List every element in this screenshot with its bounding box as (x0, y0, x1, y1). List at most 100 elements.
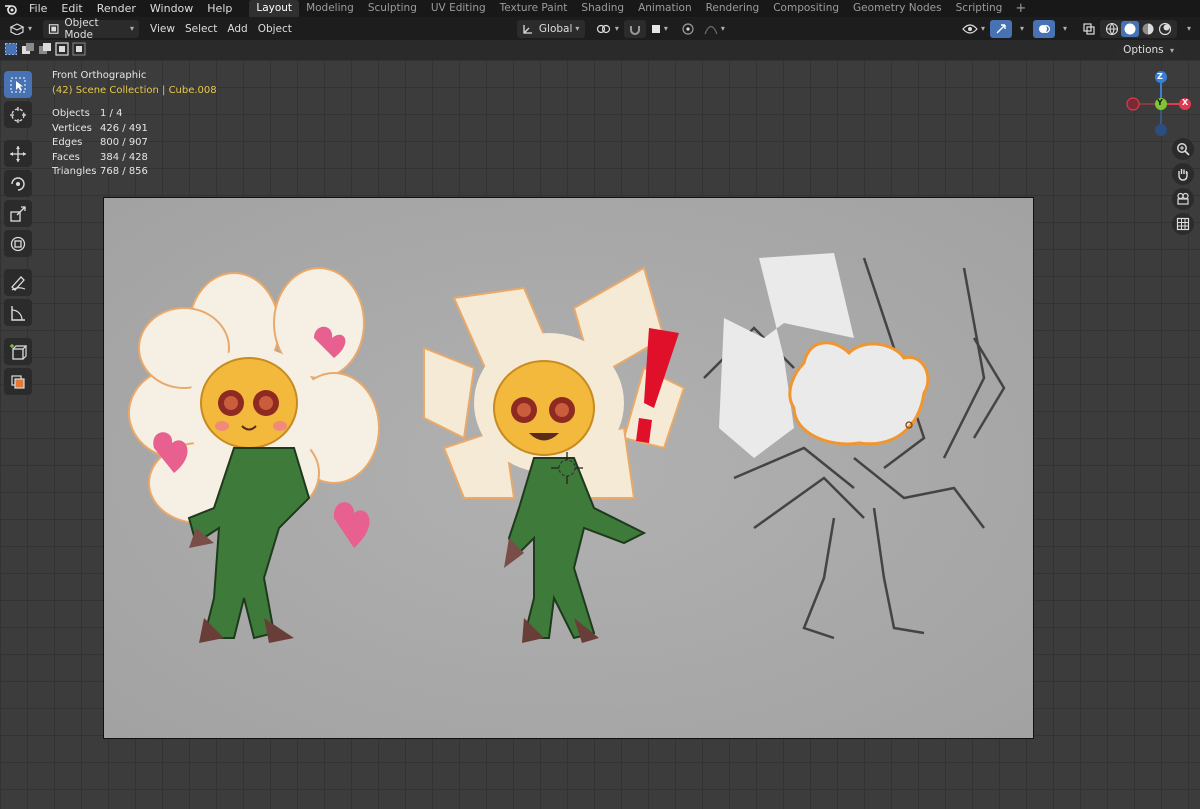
gizmo-z-label: Z (1157, 72, 1163, 81)
blender-logo-icon[interactable] (0, 0, 22, 17)
menu-window[interactable]: Window (143, 0, 200, 17)
tool-cursor[interactable] (4, 101, 32, 128)
move-icon (10, 145, 26, 162)
transform-icon (10, 236, 26, 251)
tab-shading[interactable]: Shading (574, 0, 631, 17)
menu-edit[interactable]: Edit (54, 0, 89, 17)
stats-label: Objects (52, 108, 90, 119)
options-button[interactable]: Options ▾ (1117, 42, 1180, 59)
chevron-down-icon: ▾ (663, 24, 668, 33)
snap-target-button[interactable]: ▾ (646, 20, 673, 38)
select-intersect-icon[interactable] (72, 42, 86, 56)
orientation-icon (523, 24, 532, 34)
tool-add-object[interactable] (4, 368, 32, 395)
tool-annotate[interactable] (4, 269, 32, 296)
tab-scripting[interactable]: Scripting (949, 0, 1010, 17)
orientation-label: Global (538, 22, 573, 35)
menu-help[interactable]: Help (200, 0, 239, 17)
tab-geometry-nodes[interactable]: Geometry Nodes (846, 0, 949, 17)
proportional-edit-icon (682, 22, 694, 35)
transform-orientation-select[interactable]: Global ▾ (516, 19, 585, 38)
add-cube-icon (10, 343, 27, 360)
select-new-icon[interactable] (4, 42, 18, 56)
snap-toggle[interactable] (623, 19, 646, 38)
tool-shelf (4, 68, 36, 398)
select-extend-icon[interactable] (21, 42, 35, 56)
tab-uv-editing[interactable]: UV Editing (424, 0, 493, 17)
pivot-point-button[interactable]: ▾ (591, 20, 624, 38)
stats-value: 384 / 428 (100, 151, 148, 163)
gizmo-y-label: Y (1157, 98, 1163, 107)
add-object-icon (11, 374, 25, 389)
scale-icon (10, 205, 26, 222)
tool-transform[interactable] (4, 230, 32, 257)
zoom-button[interactable] (1172, 138, 1194, 160)
chevron-down-icon: ▾ (1019, 24, 1024, 33)
tool-rotate[interactable] (4, 170, 32, 197)
stats-row: Edges 800 / 907 (52, 136, 148, 151)
rendered-shading-icon[interactable] (1158, 22, 1172, 36)
gizmo-toggle[interactable] (989, 19, 1012, 38)
zoom-icon (1177, 143, 1190, 156)
gizmo-arrow-icon (996, 23, 1006, 33)
reference-illustration (104, 198, 1033, 738)
tool-measure[interactable] (4, 299, 32, 326)
tool-add-cube[interactable] (4, 338, 32, 365)
overlays-menu[interactable]: ▾ (1055, 20, 1072, 38)
proportional-falloff-button[interactable]: ▾ (699, 20, 730, 38)
menu-view[interactable]: View (145, 20, 180, 38)
stats-row: Vertices 426 / 491 (52, 122, 148, 137)
tab-texture-paint[interactable]: Texture Paint (493, 0, 575, 17)
object-mode-icon (48, 23, 59, 34)
stats-label: Faces (52, 151, 80, 163)
solid-shading-button[interactable] (1120, 20, 1139, 37)
measure-icon (11, 305, 25, 321)
menu-select[interactable]: Select (180, 20, 222, 38)
tool-select-box[interactable] (4, 71, 32, 98)
proportional-edit-toggle[interactable] (677, 20, 699, 38)
wireframe-shading-icon[interactable] (1105, 22, 1119, 36)
tool-move[interactable] (4, 140, 32, 167)
editor-type-button[interactable]: ▾ (4, 20, 37, 38)
mode-select[interactable]: Object Mode ▾ (43, 16, 140, 41)
view-name: Front Orthographic (52, 70, 147, 81)
menu-render[interactable]: Render (90, 0, 143, 17)
mode-label: Object Mode (64, 16, 99, 41)
tab-sculpting[interactable]: Sculpting (361, 0, 424, 17)
annotate-icon (11, 275, 26, 291)
tab-compositing[interactable]: Compositing (766, 0, 846, 17)
perspective-toggle-button[interactable] (1172, 213, 1194, 235)
stats-row: Faces 384 / 428 (52, 151, 148, 166)
stats-value: 426 / 491 (100, 122, 148, 134)
chevron-down-icon: ▾ (1169, 46, 1174, 55)
active-collection: (42) Scene Collection | Cube.008 (52, 85, 217, 96)
add-workspace-button[interactable]: + (1009, 0, 1032, 17)
stats-row: Objects 1 / 4 (52, 107, 148, 122)
stats-label: Edges (52, 137, 83, 148)
menu-object[interactable]: Object (253, 20, 297, 38)
tab-animation[interactable]: Animation (631, 0, 699, 17)
viewport-info: Front Orthographic (42) Scene Collection… (52, 68, 217, 98)
select-subtract-icon[interactable] (38, 42, 52, 56)
rotate-icon (11, 176, 25, 191)
tab-layout[interactable]: Layout (249, 0, 300, 17)
tab-modeling[interactable]: Modeling (299, 0, 361, 17)
visibility-button[interactable]: ▾ (957, 20, 990, 38)
shading-menu[interactable]: ▾ (1179, 20, 1196, 38)
select-invert-icon[interactable] (55, 42, 69, 56)
chevron-down-icon: ▾ (1186, 24, 1191, 33)
menu-file[interactable]: File (22, 0, 54, 17)
overlays-toggle[interactable] (1032, 19, 1055, 38)
material-shading-icon[interactable] (1141, 22, 1155, 36)
reference-image-plane[interactable] (103, 197, 1034, 739)
tool-scale[interactable] (4, 200, 32, 227)
chevron-down-icon: ▾ (575, 24, 580, 33)
hand-pan-icon (1178, 169, 1188, 181)
camera-view-button[interactable] (1172, 188, 1194, 210)
tab-rendering[interactable]: Rendering (699, 0, 767, 17)
menu-add[interactable]: Add (222, 20, 252, 38)
gizmo-menu[interactable]: ▾ (1012, 20, 1029, 38)
pan-button[interactable] (1172, 163, 1194, 185)
gizmo-x-label: X (1182, 98, 1189, 107)
xray-toggle[interactable] (1078, 20, 1100, 38)
